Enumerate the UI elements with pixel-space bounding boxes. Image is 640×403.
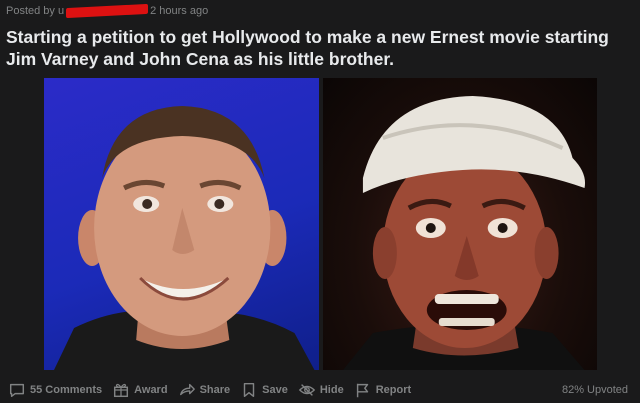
gift-icon	[112, 381, 130, 399]
flag-icon	[354, 381, 372, 399]
comments-button[interactable]: 55 Comments	[8, 381, 102, 399]
posted-by-label: Posted by u	[6, 5, 65, 17]
post-time: 2 hours ago	[150, 5, 209, 17]
comments-label: 55 Comments	[30, 384, 103, 396]
post-image[interactable]	[44, 78, 597, 370]
photo-left	[44, 78, 319, 370]
hide-label: Hide	[319, 384, 344, 396]
hide-button[interactable]: Hide	[298, 381, 344, 399]
award-button[interactable]: Award	[112, 381, 168, 399]
share-button[interactable]: Share	[178, 381, 231, 399]
shouting-man-illustration	[342, 96, 585, 370]
award-label: Award	[134, 384, 168, 396]
post-actions-bar: 55 Comments Award Share Save Hide Report…	[0, 378, 640, 402]
share-label: Share	[199, 384, 231, 396]
report-button[interactable]: Report	[354, 381, 411, 399]
smiling-man-illustration	[54, 106, 315, 370]
redacted-username	[66, 3, 149, 19]
share-arrow-icon	[178, 381, 196, 399]
comment-icon	[8, 381, 26, 399]
save-label: Save	[262, 384, 288, 396]
upvote-ratio: 82% Upvoted	[561, 384, 628, 396]
post-title[interactable]: Starting a petition to get Hollywood to …	[6, 26, 630, 70]
eye-slash-icon	[298, 381, 316, 399]
photo-right	[322, 78, 597, 370]
bookmark-icon	[240, 381, 258, 399]
save-button[interactable]: Save	[240, 381, 288, 399]
post-meta: Posted by u 2 hours ago	[6, 3, 209, 19]
report-label: Report	[375, 384, 412, 396]
